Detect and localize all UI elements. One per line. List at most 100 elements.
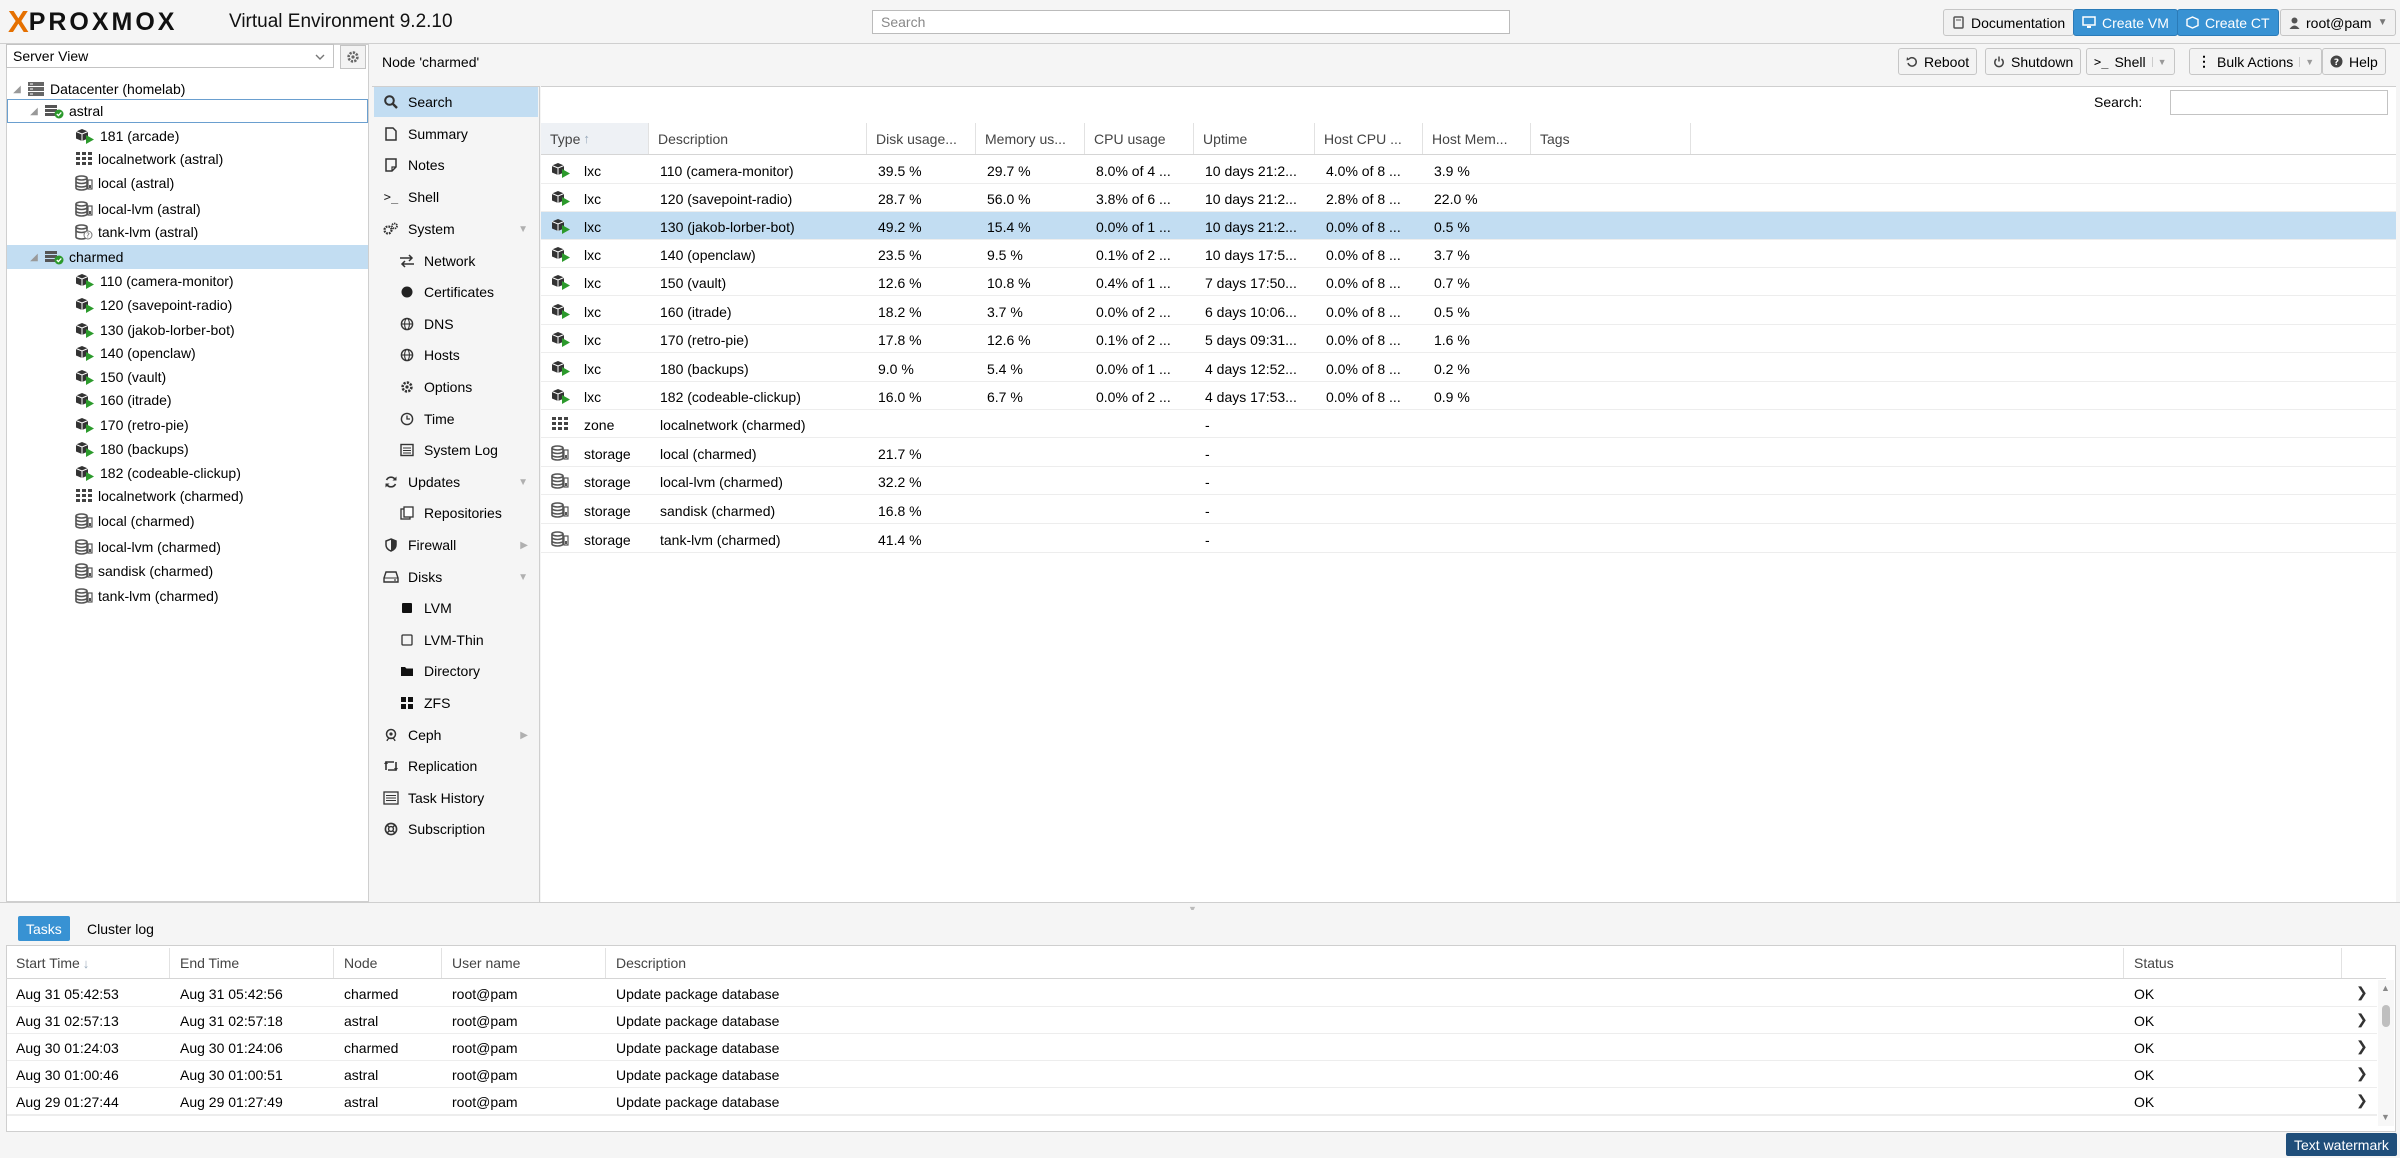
- nav-item-lvm[interactable]: LVM: [374, 593, 538, 623]
- nav-item-search[interactable]: Search: [374, 87, 538, 117]
- tree-item-140-openclaw[interactable]: 140 (openclaw): [7, 341, 368, 365]
- nav-item-subscription[interactable]: Subscription: [374, 814, 538, 844]
- nav-item-hosts[interactable]: Hosts: [374, 340, 538, 370]
- column-header-type[interactable]: Type ↑: [541, 123, 649, 154]
- create-ct-button[interactable]: Create CT: [2177, 9, 2279, 36]
- proxmox-logo[interactable]: X PROXMOX: [8, 6, 177, 38]
- grid-row[interactable]: zone localnetwork (charmed) -: [541, 410, 2396, 438]
- grid-row[interactable]: storage local-lvm (charmed) 32.2 % -: [541, 467, 2396, 495]
- task-row[interactable]: Aug 29 01:27:44 Aug 29 01:27:49 astral root…: [7, 1088, 2377, 1115]
- nav-item-summary[interactable]: Summary: [374, 119, 538, 149]
- chevron-right-icon[interactable]: ❯: [2356, 984, 2368, 1001]
- nav-item-certificates[interactable]: Certificates: [374, 277, 538, 307]
- column-header-host-cpu[interactable]: Host CPU ...: [1315, 123, 1423, 154]
- task-row[interactable]: Aug 31 02:57:13 Aug 31 02:57:18 astral root…: [7, 1007, 2377, 1034]
- tree-item-sandisk-charmed[interactable]: sandisk (charmed): [7, 559, 368, 583]
- task-row[interactable]: Aug 30 01:24:03 Aug 30 01:24:06 charmed roo…: [7, 1034, 2377, 1061]
- reboot-button[interactable]: Reboot: [1898, 48, 1978, 75]
- shutdown-button[interactable]: Shutdown: [1985, 48, 2082, 75]
- tree-item-181-arcade[interactable]: 181 (arcade): [7, 124, 368, 148]
- grid-search-input[interactable]: [2170, 90, 2388, 115]
- column-header-tags[interactable]: Tags: [1531, 123, 1691, 154]
- grid-row[interactable]: lxc 140 (openclaw) 23.5 % 9.5 % 0.1% of 2 ..…: [541, 240, 2396, 268]
- tree-item-local-lvm-astral[interactable]: local-lvm (astral): [7, 197, 368, 221]
- bulk-actions-button[interactable]: ⋮ Bulk Actions ▼: [2189, 48, 2323, 75]
- nav-item-network[interactable]: Network: [374, 246, 538, 276]
- tasks-column-status[interactable]: Status: [2124, 948, 2342, 978]
- task-row[interactable]: Aug 30 01:00:46 Aug 30 01:00:51 astral root…: [7, 1061, 2377, 1088]
- tasks-scrollbar[interactable]: ▲ ▼: [2378, 980, 2394, 1126]
- nav-item-shell[interactable]: >_ Shell: [374, 182, 538, 212]
- nav-item-lvm-thin[interactable]: LVM-Thin: [374, 625, 538, 655]
- nav-item-notes[interactable]: Notes: [374, 150, 538, 180]
- nav-item-time[interactable]: Time: [374, 404, 538, 434]
- column-header-description[interactable]: Description: [649, 123, 867, 154]
- grid-row[interactable]: storage sandisk (charmed) 16.8 % -: [541, 496, 2396, 524]
- tree-item-astral[interactable]: ◢ astral: [7, 99, 368, 123]
- grid-row[interactable]: lxc 182 (codeable-clickup) 16.0 % 6.7 % 0.0%…: [541, 382, 2396, 410]
- nav-item-repositories[interactable]: Repositories: [374, 498, 538, 528]
- tasks-column-end-time[interactable]: End Time: [170, 948, 334, 978]
- tab-cluster-log[interactable]: Cluster log: [79, 916, 162, 941]
- tree-item-datacenter-homelab[interactable]: ◢ Datacenter (homelab): [7, 77, 368, 101]
- tree-collapse-icon[interactable]: ◢: [11, 83, 23, 95]
- tree-item-160-itrade[interactable]: 160 (itrade): [7, 388, 368, 412]
- panel-splitter[interactable]: ▼: [0, 902, 2400, 914]
- tree-item-180-backups[interactable]: 180 (backups): [7, 437, 368, 461]
- grid-row[interactable]: lxc 130 (jakob-lorber-bot) 49.2 % 15.4 % 0.0…: [541, 212, 2396, 240]
- tree-item-tank-lvm-astral[interactable]: ? tank-lvm (astral): [7, 220, 368, 244]
- tree-settings-button[interactable]: [340, 45, 366, 69]
- nav-item-replication[interactable]: Replication: [374, 751, 538, 781]
- chevron-right-icon[interactable]: ❯: [2356, 1092, 2368, 1109]
- server-view-select[interactable]: Server View: [6, 44, 334, 68]
- tree-item-tank-lvm-charmed[interactable]: tank-lvm (charmed): [7, 584, 368, 608]
- shell-button[interactable]: >_ Shell ▼: [2086, 48, 2175, 75]
- chevron-right-icon[interactable]: ❯: [2356, 1038, 2368, 1055]
- tree-item-localnetwork-astral[interactable]: localnetwork (astral): [7, 147, 368, 171]
- chevron-right-icon[interactable]: ❯: [2356, 1011, 2368, 1028]
- tree-item-local-lvm-charmed[interactable]: local-lvm (charmed): [7, 535, 368, 559]
- tasks-column-start-time[interactable]: Start Time ↓: [6, 948, 170, 978]
- tree-item-150-vault[interactable]: 150 (vault): [7, 365, 368, 389]
- tree-collapse-icon[interactable]: ◢: [28, 251, 40, 263]
- grid-row[interactable]: lxc 160 (itrade) 18.2 % 3.7 % 0.0% of 2 ... 6…: [541, 297, 2396, 325]
- task-row[interactable]: Aug 31 05:42:53 Aug 31 05:42:56 charmed roo…: [7, 980, 2377, 1007]
- grid-row[interactable]: lxc 170 (retro-pie) 17.8 % 12.6 % 0.1% of 2 …: [541, 325, 2396, 353]
- tree-item-120-savepoint-radio[interactable]: 120 (savepoint-radio): [7, 293, 368, 317]
- column-header-uptime[interactable]: Uptime: [1194, 123, 1315, 154]
- help-button[interactable]: ? Help: [2322, 48, 2386, 75]
- scrollbar-thumb[interactable]: [2382, 1005, 2390, 1027]
- nav-item-directory[interactable]: Directory: [374, 656, 538, 686]
- tree-item-182-codeable-clickup[interactable]: 182 (codeable-clickup): [7, 461, 368, 485]
- column-header-cpu-usage[interactable]: CPU usage: [1085, 123, 1194, 154]
- grid-row[interactable]: lxc 180 (backups) 9.0 % 5.4 % 0.0% of 1 ... 4…: [541, 354, 2396, 382]
- tree-item-charmed[interactable]: ◢ charmed: [7, 245, 368, 269]
- nav-item-system-log[interactable]: System Log: [374, 435, 538, 465]
- tree-item-local-charmed[interactable]: local (charmed): [7, 509, 368, 533]
- grid-row[interactable]: lxc 150 (vault) 12.6 % 10.8 % 0.4% of 1 ... 7…: [541, 268, 2396, 296]
- chevron-right-icon[interactable]: ❯: [2356, 1065, 2368, 1082]
- tree-collapse-icon[interactable]: ◢: [28, 105, 40, 117]
- column-header-disk-usage[interactable]: Disk usage...: [867, 123, 976, 154]
- nav-item-dns[interactable]: DNS: [374, 309, 538, 339]
- nav-item-disks[interactable]: Disks ▼: [374, 562, 538, 592]
- grid-row[interactable]: storage local (charmed) 21.7 % -: [541, 439, 2396, 467]
- tree-item-localnetwork-charmed[interactable]: localnetwork (charmed): [7, 484, 368, 508]
- nav-item-ceph[interactable]: Ceph ▶: [374, 720, 538, 750]
- nav-item-zfs[interactable]: ZFS: [374, 688, 538, 718]
- user-menu-button[interactable]: root@pam ▼: [2280, 9, 2397, 36]
- tab-tasks[interactable]: Tasks: [18, 916, 70, 941]
- nav-item-system[interactable]: System ▼: [374, 214, 538, 244]
- grid-row[interactable]: lxc 110 (camera-monitor) 39.5 % 29.7 % 8.0% …: [541, 156, 2396, 184]
- tree-item-170-retro-pie[interactable]: 170 (retro-pie): [7, 413, 368, 437]
- nav-item-firewall[interactable]: Firewall ▶: [374, 530, 538, 560]
- tree-item-local-astral[interactable]: local (astral): [7, 171, 368, 195]
- tasks-column-description[interactable]: Description: [606, 948, 2124, 978]
- tree-item-130-jakob-lorber-bot[interactable]: 130 (jakob-lorber-bot): [7, 318, 368, 342]
- grid-row[interactable]: storage tank-lvm (charmed) 41.4 % -: [541, 525, 2396, 553]
- tasks-column-user-name[interactable]: User name: [442, 948, 606, 978]
- grid-row[interactable]: lxc 120 (savepoint-radio) 28.7 % 56.0 % 3.8%…: [541, 184, 2396, 212]
- column-header-memory-us[interactable]: Memory us...: [976, 123, 1085, 154]
- nav-item-updates[interactable]: Updates ▼: [374, 467, 538, 497]
- nav-item-task-history[interactable]: Task History: [374, 783, 538, 813]
